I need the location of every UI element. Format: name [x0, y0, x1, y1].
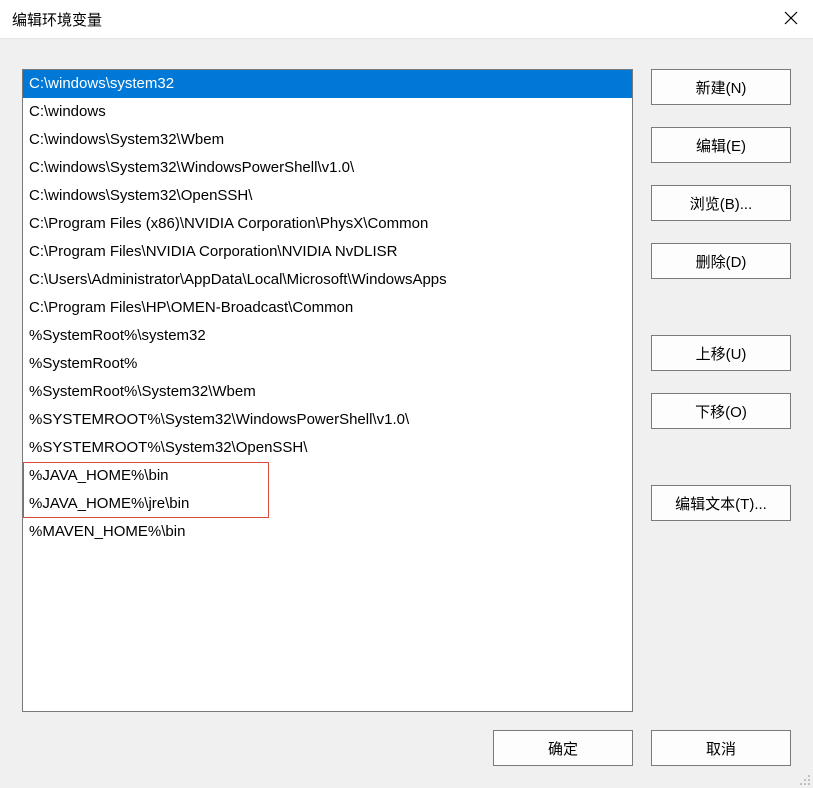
resize-grip-icon[interactable] — [797, 772, 811, 786]
move-up-button[interactable]: 上移(U) — [651, 335, 791, 371]
list-item[interactable]: %MAVEN_HOME%\bin — [23, 518, 632, 546]
list-item[interactable]: C:\windows — [23, 98, 632, 126]
list-item[interactable]: C:\windows\System32\Wbem — [23, 126, 632, 154]
list-item[interactable]: C:\Users\Administrator\AppData\Local\Mic… — [23, 266, 632, 294]
list-item[interactable]: C:\windows\System32\OpenSSH\ — [23, 182, 632, 210]
list-item[interactable]: %JAVA_HOME%\jre\bin — [23, 490, 632, 518]
path-listbox[interactable]: C:\windows\system32C:\windowsC:\windows\… — [22, 69, 633, 712]
dialog-body: C:\windows\system32C:\windowsC:\windows\… — [0, 38, 813, 788]
cancel-button[interactable]: 取消 — [651, 730, 791, 766]
close-button[interactable] — [781, 8, 801, 28]
edit-button[interactable]: 编辑(E) — [651, 127, 791, 163]
list-item[interactable]: %SYSTEMROOT%\System32\WindowsPowerShell\… — [23, 406, 632, 434]
list-item[interactable]: C:\Program Files\NVIDIA Corporation\NVID… — [23, 238, 632, 266]
browse-button[interactable]: 浏览(B)... — [651, 185, 791, 221]
list-item[interactable]: %JAVA_HOME%\bin — [23, 462, 632, 490]
window-title: 编辑环境变量 — [12, 9, 102, 30]
close-icon — [784, 11, 798, 25]
edit-text-button[interactable]: 编辑文本(T)... — [651, 485, 791, 521]
new-button[interactable]: 新建(N) — [651, 69, 791, 105]
titlebar: 编辑环境变量 — [0, 0, 813, 38]
list-item[interactable]: %SystemRoot%\system32 — [23, 322, 632, 350]
list-item[interactable]: C:\windows\System32\WindowsPowerShell\v1… — [23, 154, 632, 182]
list-item[interactable]: C:\Program Files (x86)\NVIDIA Corporatio… — [23, 210, 632, 238]
list-item[interactable]: C:\Program Files\HP\OMEN-Broadcast\Commo… — [23, 294, 632, 322]
list-item[interactable]: C:\windows\system32 — [23, 70, 632, 98]
dialog-footer: 确定 取消 — [493, 730, 791, 766]
move-down-button[interactable]: 下移(O) — [651, 393, 791, 429]
delete-button[interactable]: 删除(D) — [651, 243, 791, 279]
list-item[interactable]: %SystemRoot% — [23, 350, 632, 378]
list-item[interactable]: %SystemRoot%\System32\Wbem — [23, 378, 632, 406]
content-area: C:\windows\system32C:\windowsC:\windows\… — [22, 69, 791, 712]
ok-button[interactable]: 确定 — [493, 730, 633, 766]
button-column: 新建(N) 编辑(E) 浏览(B)... 删除(D) 上移(U) 下移(O) 编… — [651, 69, 791, 712]
list-item[interactable]: %SYSTEMROOT%\System32\OpenSSH\ — [23, 434, 632, 462]
